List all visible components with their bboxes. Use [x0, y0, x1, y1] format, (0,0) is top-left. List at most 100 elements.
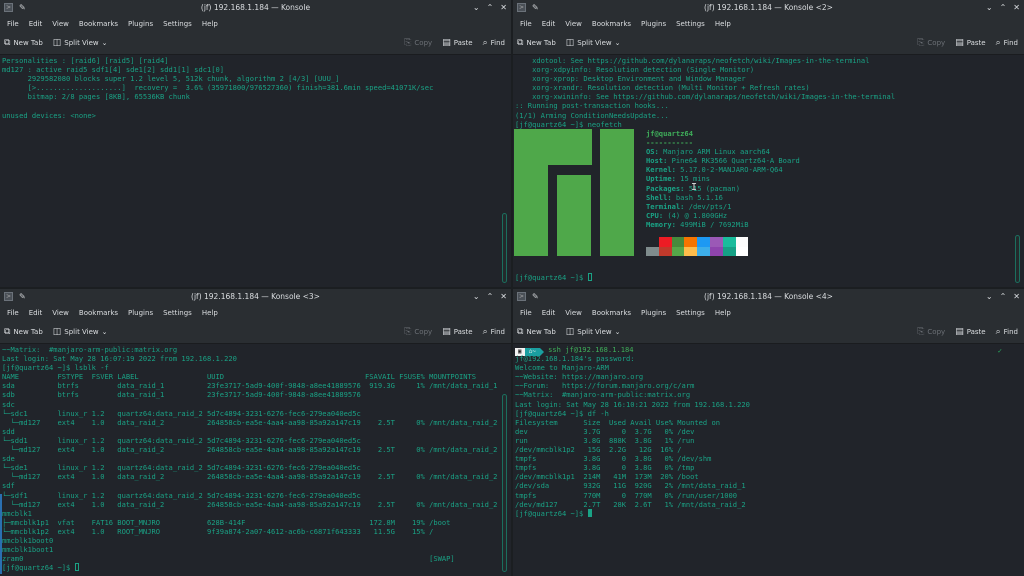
pin-icon[interactable]: ✎ [532, 292, 539, 301]
info-key: Host [646, 156, 664, 166]
prompt: [jf@quartz64 ~]$ [2, 563, 75, 573]
menu-bookmarks[interactable]: Bookmarks [587, 305, 636, 321]
menu-view[interactable]: View [560, 16, 587, 32]
menu-help[interactable]: Help [197, 305, 223, 321]
menu-file[interactable]: File [515, 16, 537, 32]
scrollbar[interactable] [502, 394, 507, 572]
menu-edit[interactable]: Edit [537, 16, 561, 32]
menu-edit[interactable]: Edit [537, 305, 561, 321]
paste-button[interactable]: ▤ Paste [955, 327, 985, 337]
terminal[interactable]: Personalities : [raid6] [raid5] [raid4] m… [0, 55, 511, 287]
terminal[interactable]: ~~Matrix: #manjaro-arm-public:matrix.org… [0, 344, 511, 576]
neofetch-info-row: Memory: 499MiB / 7692MiB [646, 219, 749, 229]
menu-view[interactable]: View [47, 16, 74, 32]
chevron-down-icon: ⌄ [101, 39, 108, 47]
menu-bookmarks[interactable]: Bookmarks [74, 16, 123, 32]
find-button[interactable]: ⌕ Find [483, 327, 505, 337]
terminal-line: └─sdd1 linux_r 1.2 quartz64:data_raid_2 … [2, 435, 361, 445]
terminal[interactable]: xdotool: See https://github.com/dylanara… [513, 55, 1024, 287]
close-icon[interactable]: ✕ [500, 0, 507, 16]
menu-view[interactable]: View [47, 305, 74, 321]
copy-button[interactable]: ⎘ Copy [917, 327, 945, 337]
copy-button[interactable]: ⎘ Copy [917, 38, 945, 48]
chevron-down-icon: ⌄ [614, 39, 621, 47]
palette-swatch [658, 246, 672, 256]
menu-settings[interactable]: Settings [158, 16, 197, 32]
ibeam-cursor-icon: I [691, 182, 698, 193]
menu-file[interactable]: File [2, 305, 24, 321]
split-view-button[interactable]: ◫ Split View ⌄ [53, 38, 108, 48]
konsole-app-icon[interactable]: > [517, 3, 526, 12]
menu-settings[interactable]: Settings [671, 305, 710, 321]
menu-plugins[interactable]: Plugins [123, 16, 158, 32]
minimize-chevron-down-icon[interactable]: ⌄ [473, 0, 480, 16]
find-button[interactable]: ⌕ Find [483, 38, 505, 48]
scrollbar[interactable] [502, 213, 507, 283]
paste-icon: ▤ [955, 327, 964, 337]
paste-button[interactable]: ▤ Paste [442, 38, 472, 48]
palette-swatch [709, 237, 723, 247]
maximize-chevron-up-icon[interactable]: ⌃ [487, 0, 494, 16]
konsole-app-icon[interactable]: > [4, 3, 13, 12]
minimize-chevron-down-icon[interactable]: ⌄ [473, 289, 480, 305]
menu-file[interactable]: File [2, 16, 24, 32]
konsole-app-icon[interactable]: > [517, 292, 526, 301]
find-button[interactable]: ⌕ Find [996, 38, 1018, 48]
find-button[interactable]: ⌕ Find [996, 327, 1018, 337]
split-view-button[interactable]: ◫ Split View ⌄ [566, 38, 621, 48]
menu-bookmarks[interactable]: Bookmarks [74, 305, 123, 321]
title-bar[interactable]: > ✎ (jf) 192.168.1.184 — Konsole <3> ⌄ ⌃ ✕ [0, 289, 511, 305]
minimize-chevron-down-icon[interactable]: ⌄ [986, 0, 993, 16]
find-label: Find [1003, 39, 1018, 47]
copy-button[interactable]: ⎘ Copy [404, 38, 432, 48]
menu-help[interactable]: Help [710, 305, 736, 321]
menu-bookmarks[interactable]: Bookmarks [587, 16, 636, 32]
neofetch-info-row: Packages: 515 (pacman) [646, 183, 740, 193]
menu-plugins[interactable]: Plugins [123, 305, 158, 321]
close-icon[interactable]: ✕ [1013, 289, 1020, 305]
copy-button[interactable]: ⎘ Copy [404, 327, 432, 337]
maximize-chevron-up-icon[interactable]: ⌃ [1000, 0, 1007, 16]
menu-view[interactable]: View [560, 305, 587, 321]
menu-plugins[interactable]: Plugins [636, 305, 671, 321]
paste-label: Paste [966, 328, 986, 336]
paste-button[interactable]: ▤ Paste [955, 38, 985, 48]
menu-bar: File Edit View Bookmarks Plugins Setting… [513, 305, 1024, 321]
menu-plugins[interactable]: Plugins [636, 16, 671, 32]
maximize-chevron-up-icon[interactable]: ⌃ [1000, 289, 1007, 305]
info-value: 5.17.0-2-MANJARO-ARM-Q64 [675, 165, 783, 175]
maximize-chevron-up-icon[interactable]: ⌃ [487, 289, 494, 305]
pin-icon[interactable]: ✎ [19, 292, 26, 301]
scrollbar[interactable] [1015, 235, 1020, 283]
split-view-button[interactable]: ◫ Split View ⌄ [566, 327, 621, 337]
pin-icon[interactable]: ✎ [532, 3, 539, 12]
terminal-line: run 3.8G 888K 3.8G 1% /run [515, 435, 695, 445]
menu-settings[interactable]: Settings [671, 16, 710, 32]
title-bar[interactable]: > ✎ (jf) 192.168.1.184 — Konsole <4> ⌄ ⌃ ✕ [513, 289, 1024, 305]
close-icon[interactable]: ✕ [500, 289, 507, 305]
new-tab-button[interactable]: ⧉ New Tab [4, 38, 43, 48]
palette-swatch [646, 237, 659, 247]
menu-help[interactable]: Help [197, 16, 223, 32]
konsole-app-icon[interactable]: > [4, 292, 13, 301]
menu-settings[interactable]: Settings [158, 305, 197, 321]
close-icon[interactable]: ✕ [1013, 0, 1020, 16]
toolbar: ⧉ New Tab ◫ Split View ⌄ ⎘ Copy ▤ Paste ⌕ Find [513, 32, 1024, 55]
new-tab-button[interactable]: ⧉ New Tab [517, 38, 556, 48]
paste-button[interactable]: ▤ Paste [442, 327, 472, 337]
info-key: OS [646, 147, 655, 157]
title-bar[interactable]: > ✎ (jf) 192.168.1.184 — Konsole <2> ⌄ ⌃ ✕ [513, 0, 1024, 16]
split-view-button[interactable]: ◫ Split View ⌄ [53, 327, 108, 337]
new-tab-button[interactable]: ⧉ New Tab [4, 327, 43, 337]
terminal-line: md127 : active raid5 sdf1[4] sde1[2] sdd… [2, 65, 225, 75]
pin-icon[interactable]: ✎ [19, 3, 26, 12]
new-tab-button[interactable]: ⧉ New Tab [517, 327, 556, 337]
menu-edit[interactable]: Edit [24, 16, 48, 32]
menu-file[interactable]: File [515, 305, 537, 321]
minimize-chevron-down-icon[interactable]: ⌄ [986, 289, 993, 305]
menu-help[interactable]: Help [710, 16, 736, 32]
terminal[interactable]: ▣ ⌂~ ssh jf@192.168.1.184 ✓ jf@192.168.1.… [513, 344, 1024, 576]
terminal-line: jf@192.168.1.184's password: [515, 354, 635, 364]
menu-edit[interactable]: Edit [24, 305, 48, 321]
title-bar[interactable]: > ✎ (jf) 192.168.1.184 — Konsole ⌄ ⌃ ✕ [0, 0, 511, 16]
